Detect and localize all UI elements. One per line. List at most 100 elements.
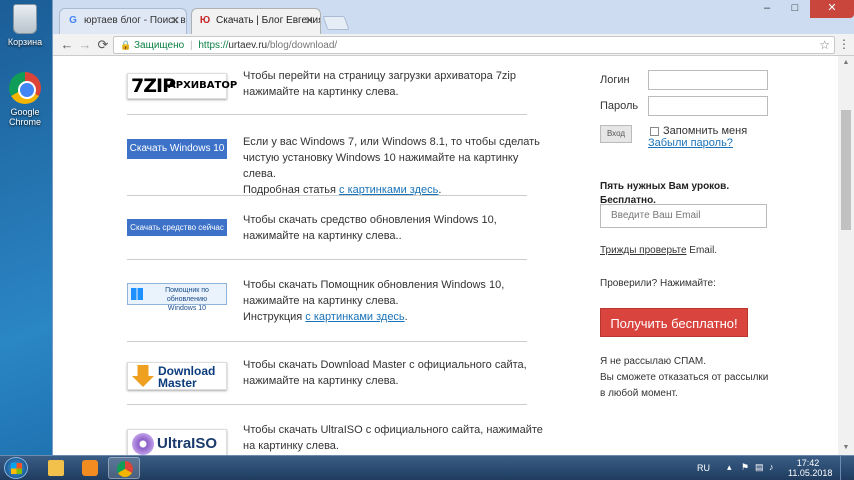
clock-date: 11.05.2018 — [788, 468, 833, 478]
item-description: Чтобы скачать Download Master с официаль… — [243, 359, 527, 387]
close-tab-icon[interactable]: ✕ — [305, 14, 314, 27]
new-tab-button[interactable] — [322, 16, 350, 30]
chrome-icon — [9, 72, 41, 104]
tab-download[interactable]: Ю Скачать | Блог Евгения Ю ✕ — [191, 8, 321, 34]
item-extra-suffix: . — [404, 311, 408, 323]
volume-icon[interactable]: ♪ — [769, 463, 778, 472]
close-window-button[interactable]: ✕ — [810, 0, 854, 18]
flag-icon[interactable]: ⚑ — [741, 463, 750, 472]
folder-icon — [48, 460, 64, 476]
ultraiso-logo-text: UltraISO — [157, 435, 218, 452]
instruction-link[interactable]: с картинками здесь — [305, 311, 404, 323]
login-button[interactable]: Вход — [600, 125, 632, 143]
menu-dots-icon[interactable]: ⋮ — [838, 37, 850, 51]
nospam-line2: Вы сможете отказаться от рассылки в любо… — [600, 372, 769, 399]
download-master-logo-link[interactable]: Download Master — [127, 362, 227, 390]
divider — [127, 404, 527, 405]
taskbar-media-player[interactable] — [74, 457, 106, 479]
item-description: Если у вас Windows 7, или Windows 8.1, т… — [243, 134, 553, 198]
verify-suffix: Email. — [686, 245, 718, 256]
get-free-button[interactable]: Получить бесплатно! — [600, 308, 748, 337]
download-windows10-button[interactable]: Скачать Windows 10 — [127, 139, 227, 159]
close-tab-icon[interactable]: ✕ — [171, 14, 180, 27]
divider — [127, 259, 527, 260]
page-scrollbar[interactable]: ▲ ▼ — [838, 56, 854, 455]
url-path: /blog/download/ — [267, 40, 338, 51]
dm-logo-line2: Master — [158, 376, 197, 390]
scroll-down-icon[interactable]: ▼ — [838, 441, 854, 455]
taskbar: RU ▴ ⚑ ▤ ♪ 17:42 11.05.2018 — [0, 455, 854, 480]
7zip-logo-link[interactable]: 7ZIP АРХИВАТОР — [127, 73, 237, 99]
verify-text: Трижды проверьте Email. — [600, 245, 717, 256]
url-host: urtaev.ru — [228, 40, 268, 51]
maximize-button[interactable]: □ — [782, 0, 808, 18]
show-desktop-button[interactable] — [840, 456, 848, 480]
item-description-main: Чтобы скачать Помощник обновления Window… — [243, 279, 505, 307]
taskbar-chrome[interactable] — [108, 457, 140, 479]
helper-line1: Помощник по обновлению — [165, 287, 209, 303]
email-input[interactable]: Введите Ваш Email — [600, 204, 767, 228]
item-extra-prefix: Инструкция — [243, 311, 306, 323]
system-tray: RU ▴ ⚑ ▤ ♪ 17:42 11.05.2018 — [688, 456, 848, 480]
browser-window: G юртаев блог - Поиск в G ✕ Ю Скачать | … — [52, 0, 854, 455]
item-description: Чтобы скачать Помощник обновления Window… — [243, 277, 553, 325]
reload-icon[interactable]: ⟳ — [95, 37, 111, 53]
tab-strip: G юртаев блог - Поиск в G ✕ Ю Скачать | … — [53, 0, 854, 34]
chrome-icon — [117, 461, 133, 477]
page-viewport: 7ZIP АРХИВАТОР Чтобы перейти на страницу… — [53, 56, 839, 455]
remember-label: Запомнить меня — [663, 125, 748, 137]
update-assistant-button[interactable]: Помощник по обновлению Windows 10 — [127, 283, 227, 312]
site-favicon-icon: Ю — [199, 15, 211, 26]
item-description: Чтобы скачать средство обновления Window… — [243, 214, 497, 242]
forward-arrow-icon[interactable]: → — [77, 37, 93, 53]
lock-icon: 🔒 — [120, 40, 132, 50]
7zip-logo-subtext: АРХИВАТОР — [168, 80, 238, 91]
disc-icon — [132, 433, 154, 455]
browser-toolbar: ← → ⟳ 🔒 Защищено | https://urtaev.ru/blo… — [53, 34, 854, 56]
address-bar[interactable]: 🔒 Защищено | https://urtaev.ru/blog/down… — [113, 36, 835, 54]
address-separator: | — [189, 40, 193, 51]
recycle-bin-icon — [13, 4, 37, 34]
divider — [127, 341, 527, 342]
windows-flag-icon — [131, 288, 143, 300]
scrollbar-thumb[interactable] — [841, 110, 851, 230]
media-player-icon — [82, 460, 98, 476]
ultraiso-logo-link[interactable]: UltraISO — [127, 429, 227, 455]
download-tool-button[interactable]: Скачать средство сейчас — [127, 219, 227, 236]
tab-search[interactable]: G юртаев блог - Поиск в G ✕ — [59, 8, 187, 34]
password-label: Пароль — [600, 100, 639, 112]
checked-text: Проверили? Нажимайте: — [600, 278, 716, 289]
nospam-line1: Я не рассылаю СПАМ. — [600, 356, 707, 367]
verify-link[interactable]: Трижды проверьте — [600, 245, 687, 256]
taskbar-explorer[interactable] — [40, 457, 72, 479]
bookmark-star-icon[interactable]: ☆ — [819, 37, 830, 53]
tray-chevron-icon[interactable]: ▴ — [727, 463, 736, 472]
item-description: Чтобы перейти на страницу загрузки архив… — [243, 70, 516, 98]
network-icon[interactable]: ▤ — [755, 463, 764, 472]
remember-checkbox[interactable] — [650, 127, 659, 136]
desktop-icon-recycle-bin[interactable]: Корзина — [2, 4, 48, 47]
google-favicon-icon: G — [69, 15, 77, 26]
clock-time: 17:42 — [796, 458, 820, 468]
language-indicator[interactable]: RU — [697, 463, 710, 473]
url-protocol: https:// — [198, 40, 229, 51]
forgot-password-link[interactable]: Забыли пароль? — [648, 137, 733, 149]
login-input[interactable] — [648, 70, 768, 90]
helper-line2: Windows 10 — [167, 305, 207, 312]
password-input[interactable] — [648, 96, 768, 116]
divider — [127, 114, 527, 115]
login-label: Логин — [600, 74, 630, 86]
clock[interactable]: 17:42 11.05.2018 — [788, 458, 833, 478]
secure-label: Защищено — [134, 40, 185, 51]
back-arrow-icon[interactable]: ← — [59, 37, 75, 53]
scroll-up-icon[interactable]: ▲ — [838, 56, 854, 70]
desktop-icon-label: Google Chrome — [8, 107, 41, 127]
item-description-main: Если у вас Windows 7, или Windows 8.1, т… — [243, 136, 540, 180]
minimize-button[interactable]: – — [754, 0, 780, 18]
desktop-icon-chrome[interactable]: Google Chrome — [2, 72, 48, 127]
start-button[interactable] — [4, 457, 28, 479]
download-arrow-icon — [132, 365, 154, 387]
divider — [127, 195, 527, 196]
desktop-icon-label: Корзина — [7, 37, 43, 47]
nospam-text: Я не рассылаю СПАМ. Вы сможете отказатьс… — [600, 354, 770, 402]
